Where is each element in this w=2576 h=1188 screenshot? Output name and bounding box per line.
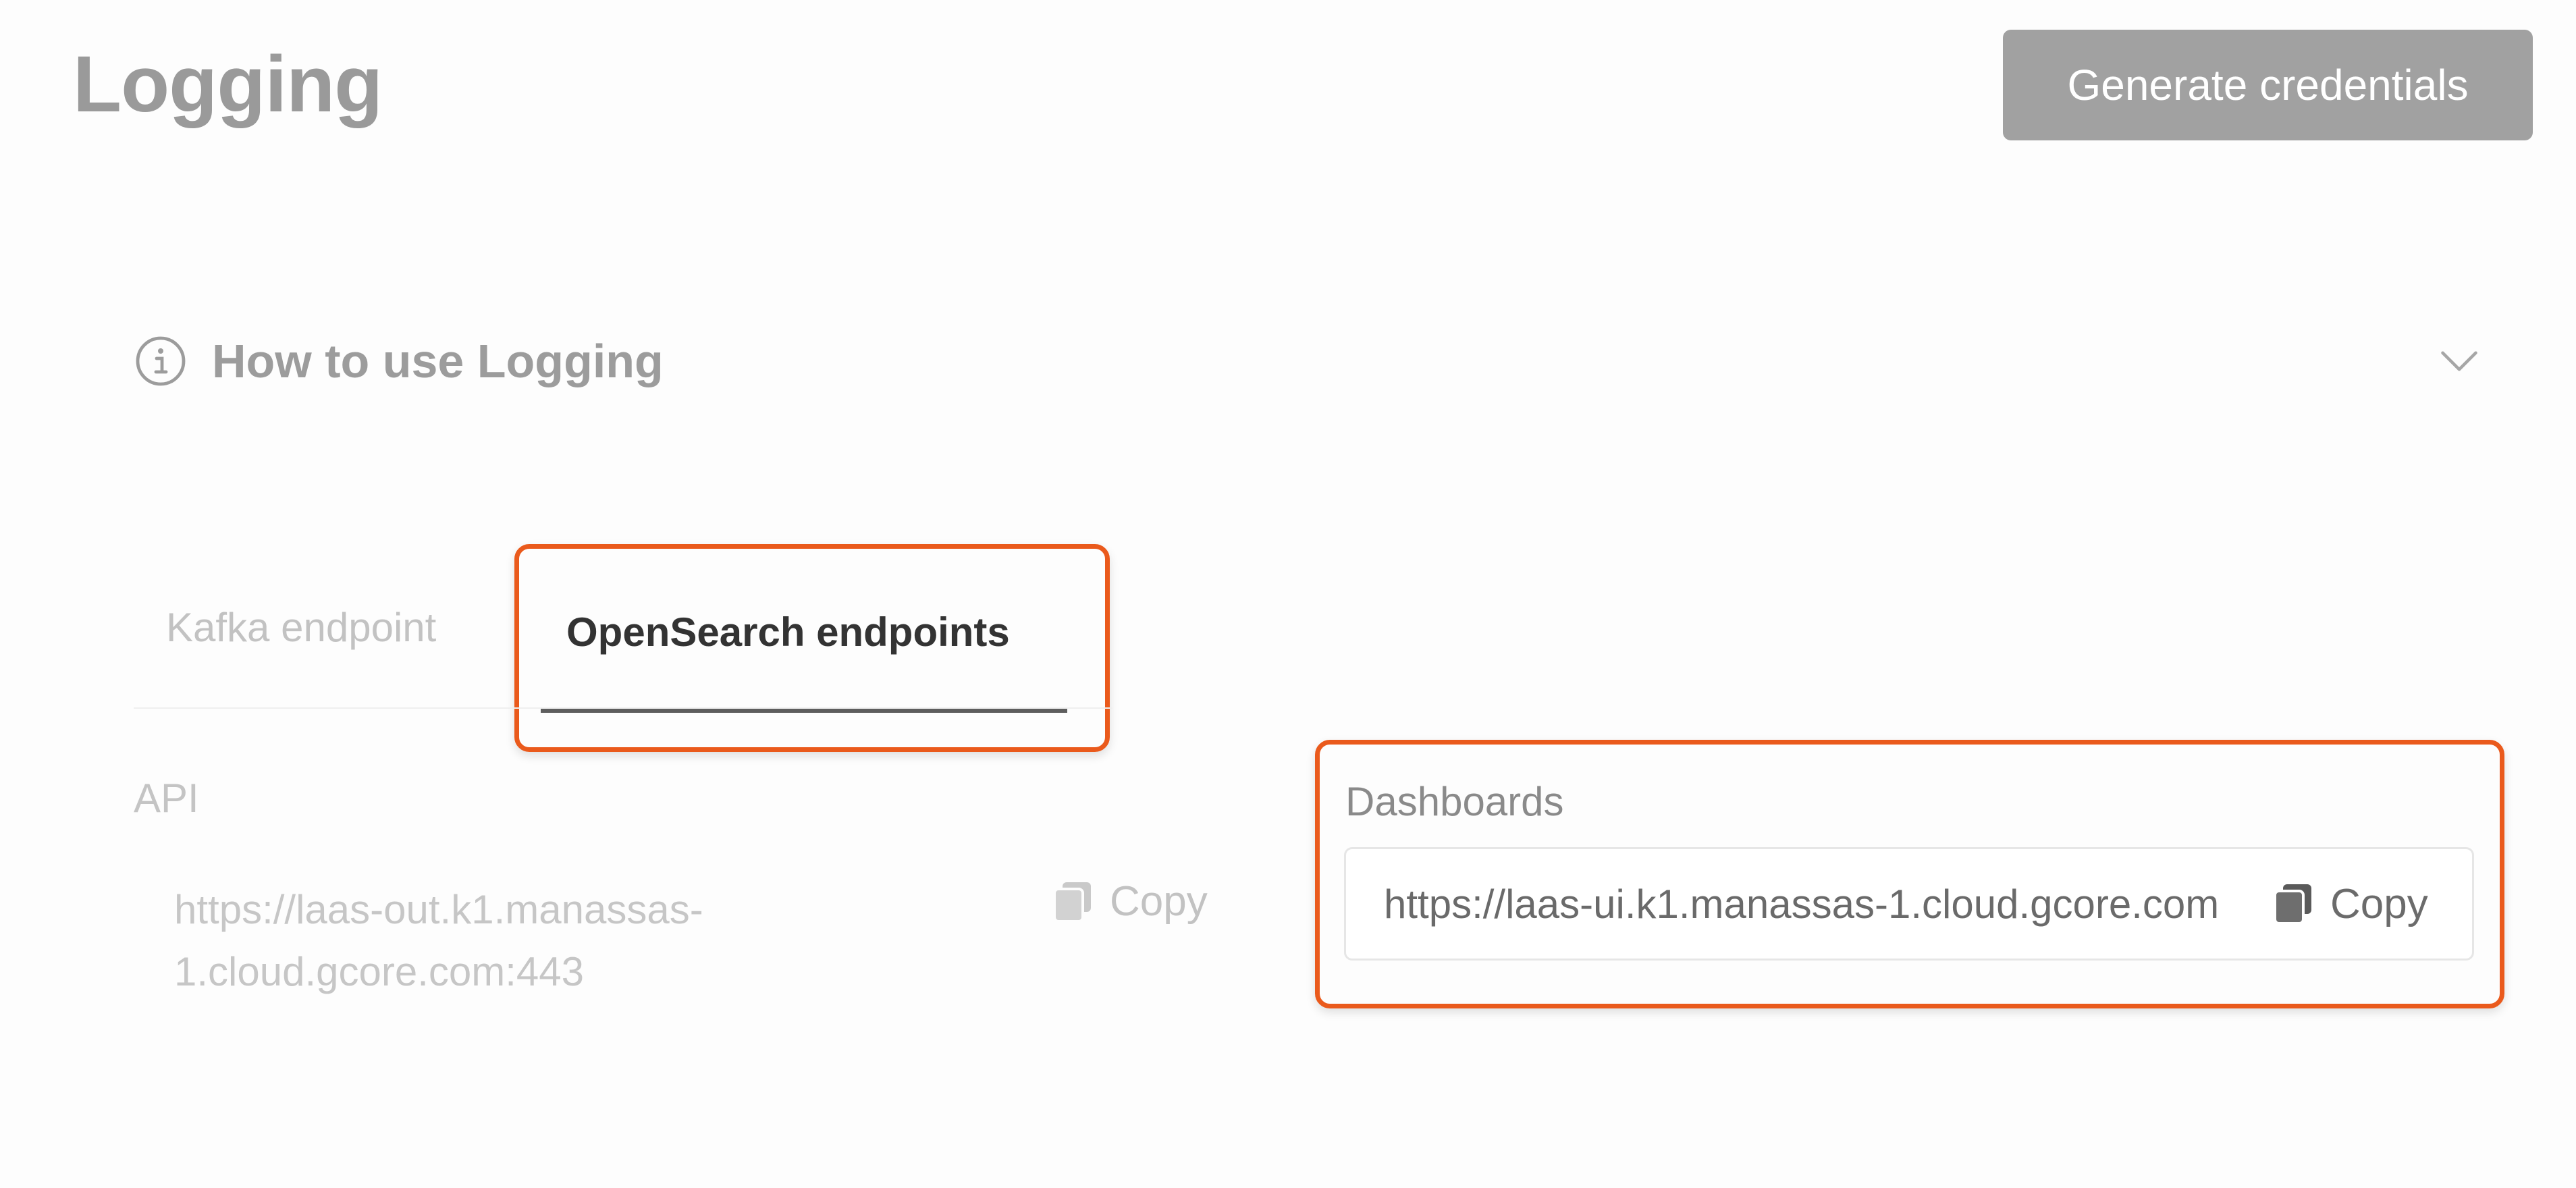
tabs-divider <box>134 707 1112 709</box>
how-to-use-label: How to use Logging <box>212 335 664 387</box>
dashboards-url: https://laas-ui.k1.manassas-1.cloud.gcor… <box>1384 881 2220 927</box>
dashboards-copy-label: Copy <box>2330 880 2428 927</box>
copy-icon <box>1054 882 1091 921</box>
dashboards-url-field[interactable]: https://laas-ui.k1.manassas-1.cloud.gcor… <box>1344 847 2474 961</box>
how-to-use-logging-accordion[interactable]: How to use Logging <box>134 310 2483 412</box>
api-copy-button[interactable]: Copy <box>1054 878 1208 925</box>
active-tab-indicator <box>541 708 1067 713</box>
api-url-line-1: https://laas-out.k1.manassas- <box>174 887 703 932</box>
dashboards-copy-button[interactable]: Copy <box>2275 880 2428 928</box>
api-copy-label: Copy <box>1110 878 1208 925</box>
logging-page: Logging Generate credentials How to use … <box>0 0 2576 1188</box>
tab-kafka-endpoint[interactable]: Kafka endpoint <box>166 594 436 662</box>
dashboards-label: Dashboards <box>1345 779 1564 824</box>
dashboards-endpoint-highlight: Dashboards https://laas-ui.k1.manassas-1… <box>1315 740 2504 1008</box>
tab-opensearch-endpoints[interactable]: OpenSearch endpoints <box>514 544 1110 752</box>
chevron-down-icon[interactable] <box>2436 338 2483 385</box>
info-icon <box>136 336 186 386</box>
copy-icon <box>2275 884 2311 923</box>
api-label: API <box>134 776 199 821</box>
api-url: https://laas-out.k1.manassas- 1.cloud.gc… <box>174 879 849 1003</box>
generate-credentials-button[interactable]: Generate credentials <box>2003 30 2533 140</box>
api-url-line-2: 1.cloud.gcore.com:443 <box>174 949 585 994</box>
page-title: Logging <box>73 40 383 129</box>
tab-opensearch-label: OpenSearch endpoints <box>566 610 1010 655</box>
